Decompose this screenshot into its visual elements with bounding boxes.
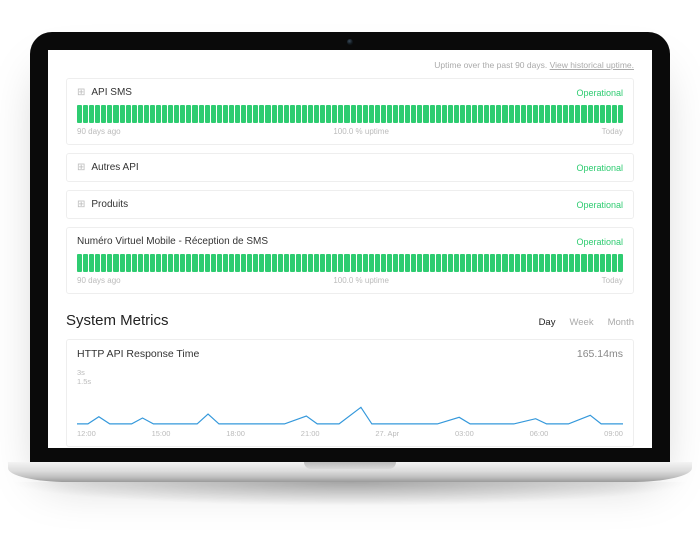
status-badge: Operational bbox=[576, 88, 623, 98]
x-tick: 18:00 bbox=[226, 429, 245, 438]
plus-icon[interactable]: ⊞ bbox=[77, 163, 85, 173]
x-tick: 09:00 bbox=[604, 429, 623, 438]
service-card: Numéro Virtuel Mobile - Réception de SMS… bbox=[66, 227, 634, 294]
status-badge: Operational bbox=[576, 163, 623, 173]
y-tick: 3s bbox=[77, 368, 623, 377]
service-row[interactable]: ⊞ API SMS Operational bbox=[77, 87, 623, 98]
x-tick: 12:00 bbox=[77, 429, 96, 438]
range-tabs: Day Week Month bbox=[539, 317, 634, 328]
uptime-bars bbox=[77, 254, 623, 272]
uptime-meta: 90 days ago 100.0 % uptime Today bbox=[77, 276, 623, 285]
uptime-bars bbox=[77, 105, 623, 123]
range-tab-day[interactable]: Day bbox=[539, 317, 556, 328]
screen-bezel: Uptime over the past 90 days. View histo… bbox=[30, 32, 670, 462]
metric-card: HTTP API Response Time 165.14ms 3s 1.5s … bbox=[66, 339, 634, 447]
status-badge: Operational bbox=[576, 237, 623, 247]
service-name: ⊞ API SMS bbox=[77, 87, 132, 98]
laptop-base bbox=[8, 462, 692, 482]
y-tick: 1.5s bbox=[77, 377, 623, 386]
response-time-chart: 3s 1.5s 12:00 15:00 18:00 21:00 27. Apr 03:00… bbox=[77, 368, 623, 438]
uptime-meta-right: Today bbox=[602, 276, 623, 285]
service-label: Autres API bbox=[91, 162, 138, 173]
service-row[interactable]: ⊞ Produits Operational bbox=[77, 199, 623, 210]
service-name: ⊞ Autres API bbox=[77, 162, 139, 173]
service-label: Numéro Virtuel Mobile - Réception de SMS bbox=[77, 236, 268, 247]
service-name: Numéro Virtuel Mobile - Réception de SMS bbox=[77, 236, 268, 247]
uptime-note: Uptime over the past 90 days. View histo… bbox=[66, 60, 634, 70]
camera-icon bbox=[347, 39, 353, 45]
metric-name: HTTP API Response Time bbox=[77, 348, 199, 360]
plus-icon[interactable]: ⊞ bbox=[77, 200, 85, 210]
uptime-meta-left: 90 days ago bbox=[77, 127, 121, 136]
range-tab-month[interactable]: Month bbox=[608, 317, 634, 328]
uptime-meta-center: 100.0 % uptime bbox=[333, 276, 389, 285]
uptime-note-text: Uptime over the past 90 days. bbox=[434, 60, 547, 70]
x-axis: 12:00 15:00 18:00 21:00 27. Apr 03:00 06:00 09:… bbox=[77, 429, 623, 438]
service-card: ⊞ API SMS Operational 90 days ago 100.0 % up… bbox=[66, 78, 634, 145]
service-label: API SMS bbox=[91, 87, 132, 98]
x-tick: 15:00 bbox=[152, 429, 171, 438]
status-page: Uptime over the past 90 days. View histo… bbox=[48, 50, 652, 448]
service-name: ⊞ Produits bbox=[77, 199, 128, 210]
x-tick: 06:00 bbox=[530, 429, 549, 438]
historical-uptime-link[interactable]: View historical uptime. bbox=[550, 60, 634, 70]
range-tab-week[interactable]: Week bbox=[569, 317, 593, 328]
uptime-meta-right: Today bbox=[602, 127, 623, 136]
metric-value: 165.14ms bbox=[577, 348, 623, 360]
metrics-title: System Metrics bbox=[66, 312, 169, 329]
service-label: Produits bbox=[91, 199, 128, 210]
laptop-frame: Uptime over the past 90 days. View histo… bbox=[30, 32, 670, 506]
uptime-meta: 90 days ago 100.0 % uptime Today bbox=[77, 127, 623, 136]
x-tick: 21:00 bbox=[301, 429, 320, 438]
uptime-meta-center: 100.0 % uptime bbox=[333, 127, 389, 136]
laptop-notch bbox=[304, 462, 396, 469]
uptime-meta-left: 90 days ago bbox=[77, 276, 121, 285]
laptop-shadow bbox=[8, 482, 692, 506]
service-card: ⊞ Autres API Operational bbox=[66, 153, 634, 182]
status-badge: Operational bbox=[576, 200, 623, 210]
service-row[interactable]: ⊞ Autres API Operational bbox=[77, 162, 623, 173]
metrics-header: System Metrics Day Week Month bbox=[66, 312, 634, 329]
service-card: ⊞ Produits Operational bbox=[66, 190, 634, 219]
x-tick: 27. Apr bbox=[375, 429, 399, 438]
plus-icon[interactable]: ⊞ bbox=[77, 88, 85, 98]
chart-line bbox=[77, 386, 623, 426]
x-tick: 03:00 bbox=[455, 429, 474, 438]
service-row: Numéro Virtuel Mobile - Réception de SMS… bbox=[77, 236, 623, 247]
